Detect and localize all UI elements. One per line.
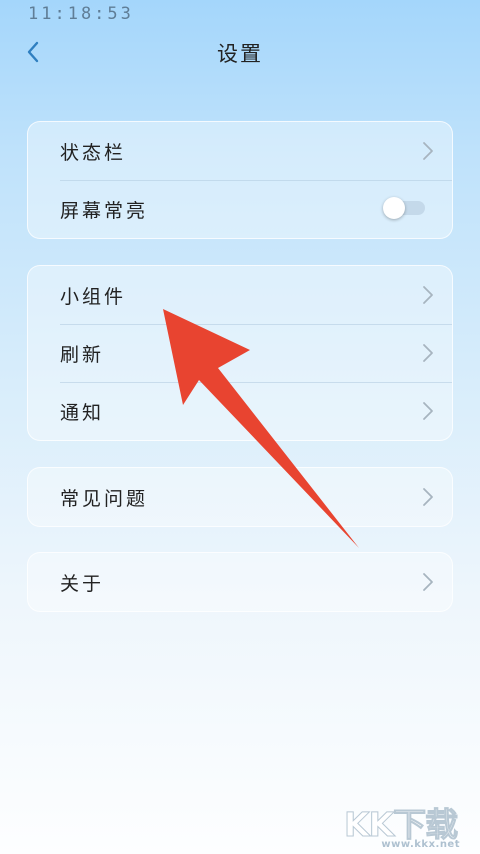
- chevron-right-icon: [423, 286, 433, 304]
- settings-row-notifications[interactable]: 通知: [28, 382, 452, 440]
- settings-row-faq[interactable]: 常见问题: [28, 468, 452, 526]
- screen-always-on-toggle[interactable]: [383, 197, 425, 219]
- settings-row-screen-always-on: 屏幕常亮: [28, 180, 452, 238]
- chevron-right-icon: [423, 142, 433, 160]
- settings-row-widgets[interactable]: 小组件: [28, 266, 452, 324]
- settings-row-about[interactable]: 关于: [28, 553, 452, 611]
- row-label: 常见问题: [60, 488, 149, 510]
- watermark-url: www.kkx.net: [381, 839, 460, 850]
- row-label: 屏幕常亮: [60, 200, 149, 222]
- toggle-knob: [383, 197, 405, 219]
- chevron-right-icon: [423, 344, 433, 362]
- status-bar-time: 11:18:53: [28, 4, 134, 24]
- chevron-right-icon: [423, 573, 433, 591]
- row-label: 通知: [60, 402, 105, 424]
- watermark: KK下载 www.kkx.net: [343, 798, 464, 851]
- app-header: 设置: [0, 30, 480, 74]
- settings-group-display: 状态栏 屏幕常亮: [27, 121, 453, 239]
- chevron-right-icon: [423, 402, 433, 420]
- settings-row-refresh[interactable]: 刷新: [28, 324, 452, 382]
- row-label: 状态栏: [60, 142, 127, 164]
- settings-group-faq: 常见问题: [27, 467, 453, 527]
- settings-row-status-bar[interactable]: 状态栏: [28, 122, 452, 180]
- row-label: 关于: [60, 573, 105, 595]
- page-title: 设置: [217, 42, 263, 66]
- watermark-logo: KK下载: [343, 805, 458, 845]
- settings-group-about: 关于: [27, 552, 453, 612]
- settings-group-widgets: 小组件 刷新 通知: [27, 265, 453, 441]
- row-label: 刷新: [60, 344, 105, 366]
- chevron-right-icon: [423, 488, 433, 506]
- row-label: 小组件: [60, 286, 127, 308]
